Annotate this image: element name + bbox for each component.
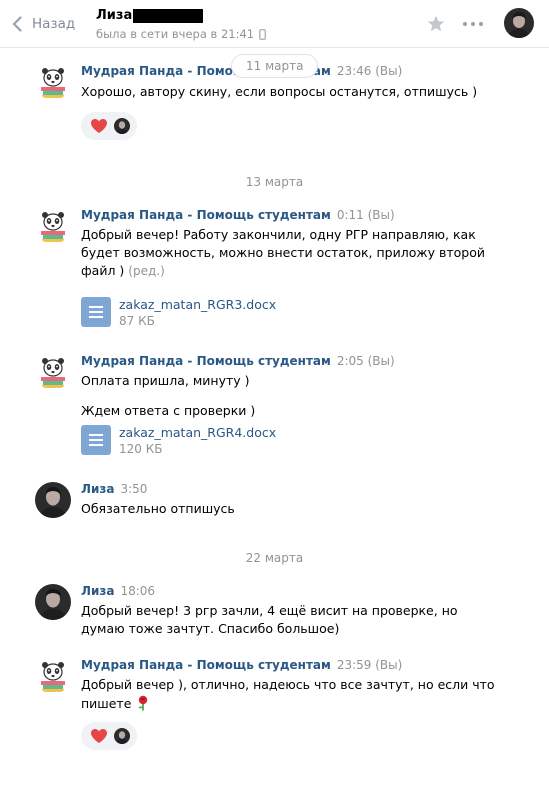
date-separator: 22 марта	[245, 551, 304, 565]
reactor-avatar	[114, 118, 130, 134]
reactor-avatar	[114, 728, 130, 744]
doc-attachment[interactable]: zakaz_matan_RGR3.docx 87 КБ	[81, 297, 341, 331]
message-text: думаю тоже зачтут. Спасибо большое)	[81, 621, 340, 636]
message-text-last: пишете	[81, 695, 150, 711]
peer-status: была в сети вчера в 21:41	[96, 27, 267, 41]
message-text: будет возможность, можно внести остаток,…	[81, 245, 485, 260]
peer-name-text: Лиза	[96, 8, 133, 23]
peer-avatar[interactable]	[504, 8, 534, 38]
sender-avatar-liza[interactable]	[35, 584, 71, 620]
author-name[interactable]: Мудрая Панда - Помощь студентам	[81, 354, 331, 368]
message-time[interactable]: 23:59 (Вы)	[337, 658, 402, 672]
date-separator: 13 марта	[245, 175, 304, 189]
message-text: пишете	[81, 695, 132, 711]
message-text: Оплата пришла, минуту )	[81, 373, 250, 388]
peer-name[interactable]: Лиза	[96, 8, 204, 23]
author-name[interactable]: Мудрая Панда - Помощь студентам	[81, 208, 331, 222]
heart-icon	[91, 729, 107, 743]
message: Лиза 18:06 Добрый вечер! 3 ргр зачли, 4 е…	[0, 584, 549, 642]
sender-avatar-liza[interactable]	[35, 482, 71, 518]
back-button[interactable]: Назад	[12, 13, 75, 35]
message: Мудрая Панда - Помощь студентам 23:59 (Вы…	[0, 658, 549, 754]
author-name[interactable]: Лиза	[81, 482, 114, 496]
chat-header: Назад Лиза была в сети вчера в 21:41	[0, 0, 549, 48]
message-meta: Мудрая Панда - Помощь студентам 2:05 (Вы)	[81, 354, 395, 368]
rose-icon	[138, 695, 148, 711]
edited-mark: (ред.)	[128, 264, 165, 278]
doc-name[interactable]: zakaz_matan_RGR3.docx	[119, 297, 276, 312]
message-text: файл )	[81, 263, 125, 278]
redaction-bar	[133, 8, 204, 23]
message-time[interactable]: 18:06	[120, 584, 155, 598]
message-text: Добрый вечер! Работу закончили, одну РГР…	[81, 227, 476, 242]
message-text: Добрый вечер! 3 ргр зачли, 4 ещё висит н…	[81, 603, 458, 618]
heart-icon	[91, 119, 107, 133]
message-time[interactable]: 2:05 (Вы)	[337, 354, 395, 368]
doc-size: 120 КБ	[119, 442, 163, 456]
message: Мудрая Панда - Помощь студентам 0:11 (Вы)…	[0, 208, 549, 332]
document-icon	[81, 297, 111, 327]
message-time[interactable]: 0:11 (Вы)	[337, 208, 395, 222]
reaction-badge[interactable]	[81, 112, 137, 140]
message-text: Ждем ответа с проверки )	[81, 403, 256, 418]
more-icon[interactable]	[462, 14, 484, 34]
message-text: Хорошо, автору скину, если вопросы остан…	[81, 84, 478, 99]
star-icon[interactable]	[426, 14, 446, 34]
message-meta: Мудрая Панда - Помощь студентам 0:11 (Вы)	[81, 208, 395, 222]
doc-size: 87 КБ	[119, 314, 155, 328]
message: Лиза 3:50 Обязательно отпишусь	[0, 482, 549, 522]
message-meta: Лиза 18:06	[81, 584, 155, 598]
document-icon	[81, 425, 111, 455]
message-meta: Лиза 3:50	[81, 482, 147, 496]
sender-avatar-panda[interactable]	[35, 208, 71, 244]
message-time[interactable]: 3:50	[120, 482, 147, 496]
floating-date: 11 марта	[231, 54, 319, 78]
message-meta: Мудрая Панда - Помощь студентам 23:59 (Вы…	[81, 658, 402, 672]
message-time[interactable]: 23:46 (Вы)	[337, 64, 402, 78]
back-label: Назад	[32, 16, 76, 32]
sender-avatar-panda[interactable]	[35, 354, 71, 390]
message-text-last: файл ) (ред.)	[81, 263, 165, 278]
message-text: Обязательно отпишусь	[81, 501, 235, 516]
reaction-badge[interactable]	[81, 722, 137, 750]
sender-avatar-panda[interactable]	[35, 64, 71, 100]
doc-attachment[interactable]: zakaz_matan_RGR4.docx 120 КБ	[81, 425, 341, 459]
sender-avatar-panda[interactable]	[35, 658, 71, 694]
peer-status-text: была в сети вчера в 21:41	[96, 27, 255, 41]
author-name[interactable]: Лиза	[81, 584, 114, 598]
doc-name[interactable]: zakaz_matan_RGR4.docx	[119, 425, 276, 440]
message: Мудрая Панда - Помощь студентам 2:05 (Вы)…	[0, 354, 549, 464]
message-text: Добрый вечер ), отлично, надеюсь что все…	[81, 677, 495, 692]
mobile-phone-icon	[259, 28, 267, 40]
chevron-left-icon	[12, 16, 22, 32]
author-name[interactable]: Мудрая Панда - Помощь студентам	[81, 658, 331, 672]
